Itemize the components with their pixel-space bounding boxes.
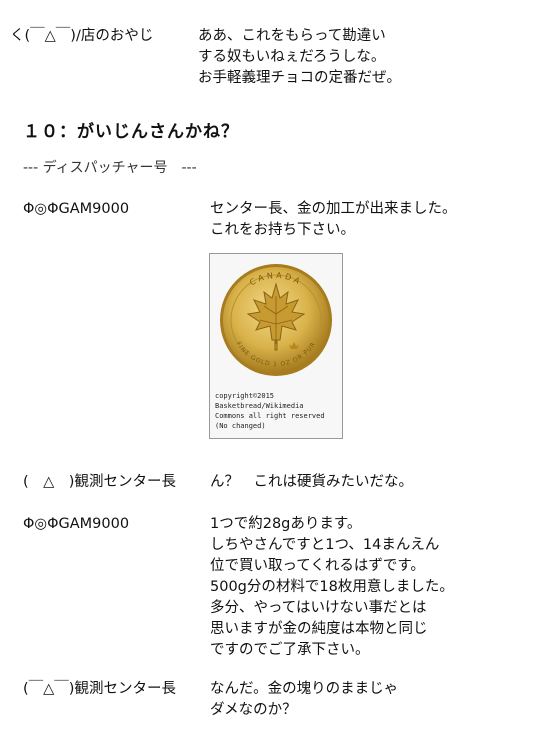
dialogue-3-line-5: 多分、やってはいけない事だとは [210,600,427,616]
gold-coin-image: CANADA FINE GOLD 1 OZ OR PUR copyright©2… [209,253,343,439]
dialogue-3-line-7: ですのでご了承下さい。 [210,642,370,658]
image-credit-line-1: copyright©2015 [215,392,275,400]
dialogue-2-line-1: ん？ これは硬貨みたいだな。 [210,474,413,490]
dialogue-3-line-4: 500g分の材料で18枚用意しました。 [210,579,454,595]
dialogue-4-line-2: ダメなのか？ [210,702,297,718]
dialogue-3-line-1: 1つで約28gあります。 [210,516,362,532]
image-credit-line-4: (No changed) [215,422,266,430]
dialogue-3-speaker: Φ◎ΦGAM9000 [23,516,130,532]
dialogue-1-speaker: Φ◎ΦGAM9000 [23,201,130,217]
dialogue-3-line-2: しちやさんですと1つ、14まんえん [210,537,440,553]
dialogue-4-speaker: (￣△￣)観測センター長 [23,681,176,697]
dialogue-3-line-3: 位で買い取ってくれるはずです。 [210,558,425,574]
dialogue-4-line-1: なんだ。金の塊りのままじゃ [210,681,399,697]
image-credit-line-2: Basketbread/Wikimedia [215,402,304,410]
section-heading: １０：がいじんさんかね？ [23,122,239,142]
scene-separator: --- ディスパッチャー号 --- [23,160,197,176]
dialogue-1-line-1: センター長、金の加工が出来ました。 [210,201,457,217]
maple-leaf-coin-icon: CANADA FINE GOLD 1 OZ OR PUR [220,264,332,376]
dialogue-1-line-2: これをお持ち下さい。 [210,222,355,238]
intro-line-1: ああ、これをもらって勘違い [198,28,386,44]
intro-speaker: く(￣△￣)/店のおやじ [10,28,154,44]
image-credit-line-3: Commons all right reserved [215,412,325,420]
dialogue-3-line-6: 思いますが金の純度は本物と同じ [210,621,428,637]
intro-line-2: する奴もいねぇだろうしな。 [198,49,386,65]
dialogue-2-speaker: ( △ )観測センター長 [23,474,176,490]
intro-line-3: お手軽義理チョコの定番だぜ。 [198,70,401,86]
